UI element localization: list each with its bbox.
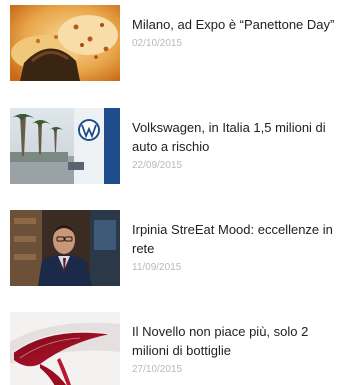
news-text: Il Novello non piace più, solo 2 milioni… xyxy=(132,322,344,376)
news-date: 27/10/2015 xyxy=(132,364,183,375)
novello-thumbnail[interactable] xyxy=(10,312,120,385)
news-date: 02/10/2015 xyxy=(132,38,183,49)
panettone-thumbnail[interactable] xyxy=(10,5,120,81)
news-headline[interactable]: Il Novello non piace più, solo 2 milioni… xyxy=(132,322,344,360)
news-item[interactable]: Irpinia StreEat Mood: eccellenze in rete… xyxy=(0,210,348,290)
man-in-suit-photo xyxy=(10,210,120,286)
panettone-photo xyxy=(10,5,120,81)
volkswagen-thumbnail[interactable] xyxy=(10,108,120,184)
news-item[interactable]: Volkswagen, in Italia 1,5 milioni di aut… xyxy=(0,108,348,188)
news-item[interactable]: Milano, ad Expo è “Panettone Day” 02/10/… xyxy=(0,5,348,85)
news-list: Milano, ad Expo è “Panettone Day” 02/10/… xyxy=(0,0,348,385)
news-headline[interactable]: Irpinia StreEat Mood: eccellenze in rete xyxy=(132,220,344,258)
news-headline[interactable]: Milano, ad Expo è “Panettone Day” xyxy=(132,15,344,34)
news-text: Milano, ad Expo è “Panettone Day” 02/10/… xyxy=(132,15,344,50)
news-text: Volkswagen, in Italia 1,5 milioni di aut… xyxy=(132,118,344,172)
news-headline[interactable]: Volkswagen, in Italia 1,5 milioni di aut… xyxy=(132,118,344,156)
news-item[interactable]: Il Novello non piace più, solo 2 milioni… xyxy=(0,312,348,385)
news-text: Irpinia StreEat Mood: eccellenze in rete… xyxy=(132,220,344,274)
irpinia-thumbnail[interactable] xyxy=(10,210,120,286)
news-date: 22/09/2015 xyxy=(132,160,183,171)
volkswagen-dealership-photo xyxy=(10,108,120,184)
news-date: 11/09/2015 xyxy=(132,262,182,273)
red-wine-glass-photo xyxy=(10,312,120,385)
